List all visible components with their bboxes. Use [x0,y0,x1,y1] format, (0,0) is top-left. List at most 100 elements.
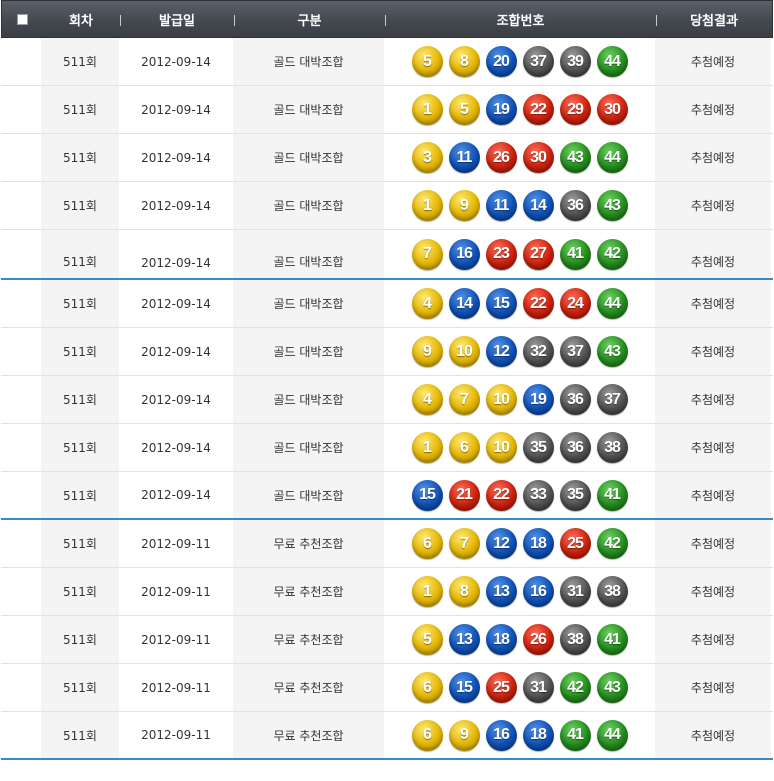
issue-date-cell: 2012-09-14 [141,102,211,117]
lotto-ball: 10 [485,432,517,463]
lotto-ball: 39 [559,46,591,77]
row-select-cell [1,616,41,663]
result-cell: 추첨예정 [655,280,771,327]
lotto-ball: 14 [522,190,554,221]
lotto-ball: 43 [596,190,628,221]
round-cell: 511회 [41,134,119,181]
lotto-ball: 36 [559,190,591,221]
header-numbers: 조합번호 [385,1,656,37]
number-balls: 5 8 20 37 39 44 [411,46,628,77]
header-result: 당첨결과 [656,1,772,37]
lotto-ball: 19 [522,384,554,415]
lotto-ball: 5 [411,46,443,77]
numbers-cell: 5 8 20 37 39 44 [384,38,655,85]
category-cell: 골드 대박조합 [233,328,384,375]
lotto-ball: 3 [411,142,443,173]
lotto-ball: 13 [485,576,517,607]
lotto-ball: 36 [559,432,591,463]
lotto-ball: 43 [596,672,628,703]
row-select-cell [1,472,41,518]
lotto-ball: 25 [485,672,517,703]
issue-date-cell: 2012-09-14 [141,198,211,213]
category-cell: 골드 대박조합 [233,472,384,518]
lotto-ball: 41 [596,624,628,655]
number-balls: 15 21 22 33 35 41 [411,479,628,511]
table-row: 511회 2012-09-14 골드 대박조합 7 16 23 27 41 42 추첨예정 [1,230,773,280]
issue-date-cell: 2012-09-14 [141,440,211,455]
issue-date-cell: 2012-09-14 [141,392,211,407]
round-cell: 511회 [41,230,119,278]
issue-date-cell: 2012-09-14 [141,344,211,359]
lotto-ball: 44 [596,46,628,77]
lotto-ball: 15 [411,479,443,511]
result-cell: 추첨예정 [655,134,771,181]
lotto-ball: 36 [559,384,591,415]
round-cell: 511회 [41,712,119,758]
lotto-ball: 38 [559,624,591,655]
lotto-ball: 25 [559,528,591,559]
header-issue-date: 발급일 [120,1,234,37]
lotto-ball: 22 [522,288,554,319]
numbers-cell: 1 9 11 14 36 43 [384,182,655,229]
category-cell: 골드 대박조합 [233,86,384,133]
row-select-cell [1,424,41,471]
lotto-ball: 37 [522,46,554,77]
category-cell: 골드 대박조합 [233,182,384,229]
lotto-ball: 19 [485,94,517,125]
result-cell: 추첨예정 [655,616,771,663]
lotto-ball: 6 [411,672,443,703]
row-select-cell [1,712,41,758]
table-row: 511회 2012-09-14 골드 대박조합 9 10 12 32 37 43 추첨예정 [1,328,773,376]
result-cell: 추첨예정 [655,568,771,615]
lotto-ball: 22 [522,94,554,125]
lotto-ball: 20 [485,46,517,77]
lotto-ball: 12 [485,528,517,559]
lotto-ball: 35 [559,479,591,511]
lotto-ball: 24 [559,288,591,319]
category-cell: 무료 추천조합 [233,664,384,711]
header-category: 구분 [234,1,385,37]
result-cell: 추첨예정 [655,328,771,375]
lotto-ball: 16 [522,576,554,607]
lotto-ball: 6 [411,528,443,559]
number-balls: 1 8 13 16 31 38 [411,576,628,607]
lotto-ball: 18 [522,719,554,751]
lotto-ball: 6 [448,432,480,463]
lotto-ball: 23 [485,238,517,270]
lotto-ball: 31 [559,576,591,607]
issue-date-cell: 2012-09-14 [141,296,211,311]
lotto-ball: 1 [411,94,443,125]
lotto-ball: 1 [411,190,443,221]
lotto-ball: 30 [522,142,554,173]
lotto-ball: 18 [522,528,554,559]
number-balls: 4 7 10 19 36 37 [411,384,628,415]
row-select-cell [1,38,41,85]
lotto-ball: 15 [448,672,480,703]
lotto-ball: 41 [596,479,628,511]
issue-date-cell: 2012-09-11 [141,680,211,695]
row-select-cell [1,328,41,375]
table-row: 511회 2012-09-11 무료 추천조합 1 8 13 16 31 38 추첨예정 [1,568,773,616]
lotto-ball: 41 [559,238,591,270]
category-cell: 골드 대박조합 [233,424,384,471]
numbers-cell: 6 15 25 31 42 43 [384,664,655,711]
lotto-ball: 29 [559,94,591,125]
table-row: 511회 2012-09-11 무료 추천조합 5 13 18 26 38 41 추첨예정 [1,616,773,664]
issue-date-cell: 2012-09-14 [141,488,211,502]
lotto-ball: 9 [411,336,443,367]
table-body: 511회 2012-09-14 골드 대박조합 5 8 20 37 39 44 추첨예정 511회 2… [1,38,773,760]
category-cell: 골드 대박조합 [233,230,384,278]
lotto-ball: 18 [485,624,517,655]
round-cell: 511회 [41,38,119,85]
table-row: 511회 2012-09-14 골드 대박조합 4 14 15 22 24 44 추첨예정 [1,280,773,328]
numbers-cell: 3 11 26 30 43 44 [384,134,655,181]
issue-date-cell: 2012-09-11 [141,584,211,599]
row-select-cell [1,376,41,423]
numbers-cell: 7 16 23 27 41 42 [384,230,655,278]
select-all-checkbox[interactable] [16,13,28,25]
round-cell: 511회 [41,616,119,663]
table-row: 511회 2012-09-14 골드 대박조합 5 8 20 37 39 44 추첨예정 [1,38,773,86]
numbers-cell: 6 7 12 18 25 42 [384,520,655,567]
round-cell: 511회 [41,182,119,229]
lotto-ball: 7 [411,238,443,270]
